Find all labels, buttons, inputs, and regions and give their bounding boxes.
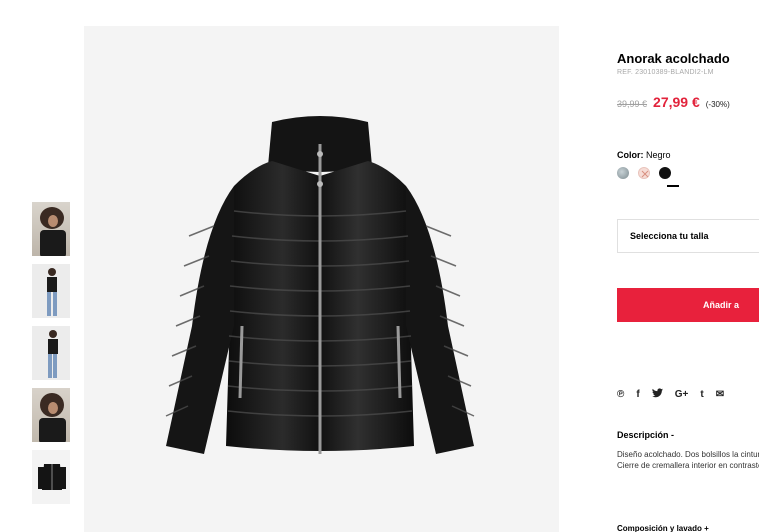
thumbnail-4[interactable] [31, 387, 71, 443]
color-swatch-grey[interactable] [617, 167, 629, 179]
jacket-illustration [165, 116, 475, 454]
product-title: Anorak acolchado [617, 51, 730, 66]
product-info-panel: Anorak acolchado REF. 23010389-BLANDI2-L… [617, 0, 759, 532]
description-toggle[interactable]: Descripción - [617, 430, 674, 440]
twitter-icon[interactable] [651, 388, 663, 401]
thumbnail-5-image [38, 464, 66, 490]
old-price: 39,99 € [617, 99, 648, 109]
facebook-icon[interactable]: f [636, 389, 639, 400]
product-reference: REF. 23010389-BLANDI2-LM [617, 69, 714, 76]
selected-swatch-indicator [667, 185, 679, 187]
thumbnail-1-image [40, 207, 66, 256]
thumbnail-1[interactable] [31, 201, 71, 257]
discount-badge: (-30%) [705, 100, 730, 109]
thumbnail-3-image [48, 330, 58, 378]
thumbnail-2[interactable] [31, 263, 71, 319]
thumbnail-5[interactable] [31, 449, 71, 505]
price-row: 39,99 € 27,99 € (-30%) [617, 94, 730, 110]
color-label: Color: Negro [617, 150, 671, 160]
tumblr-icon[interactable]: t [700, 389, 703, 400]
size-select[interactable]: Selecciona tu talla [617, 219, 759, 253]
main-product-image [84, 26, 559, 532]
add-to-cart-button[interactable]: Añadir a [617, 288, 759, 322]
thumbnail-3[interactable] [31, 325, 71, 381]
color-swatch-black[interactable] [659, 167, 671, 179]
unavailable-cross-icon [641, 170, 649, 178]
thumbnail-2-image [47, 268, 57, 316]
pinterest-icon[interactable]: ℗ [617, 389, 624, 400]
color-swatches [617, 167, 671, 179]
google-plus-icon[interactable]: G+ [675, 389, 689, 400]
social-share-icons: ℗ f G+ t ✉ [617, 388, 724, 401]
thumbnail-4-image [39, 393, 66, 442]
color-selected-value: Negro [646, 150, 671, 160]
composition-toggle[interactable]: Composición y lavado + [617, 524, 709, 532]
color-label-key: Color: [617, 150, 644, 160]
description-text: Diseño acolchado. Dos bolsillos la cintu… [617, 450, 759, 470]
sale-price: 27,99 € [653, 94, 700, 110]
email-icon[interactable]: ✉ [716, 389, 724, 400]
color-swatch-pink[interactable] [638, 167, 650, 179]
